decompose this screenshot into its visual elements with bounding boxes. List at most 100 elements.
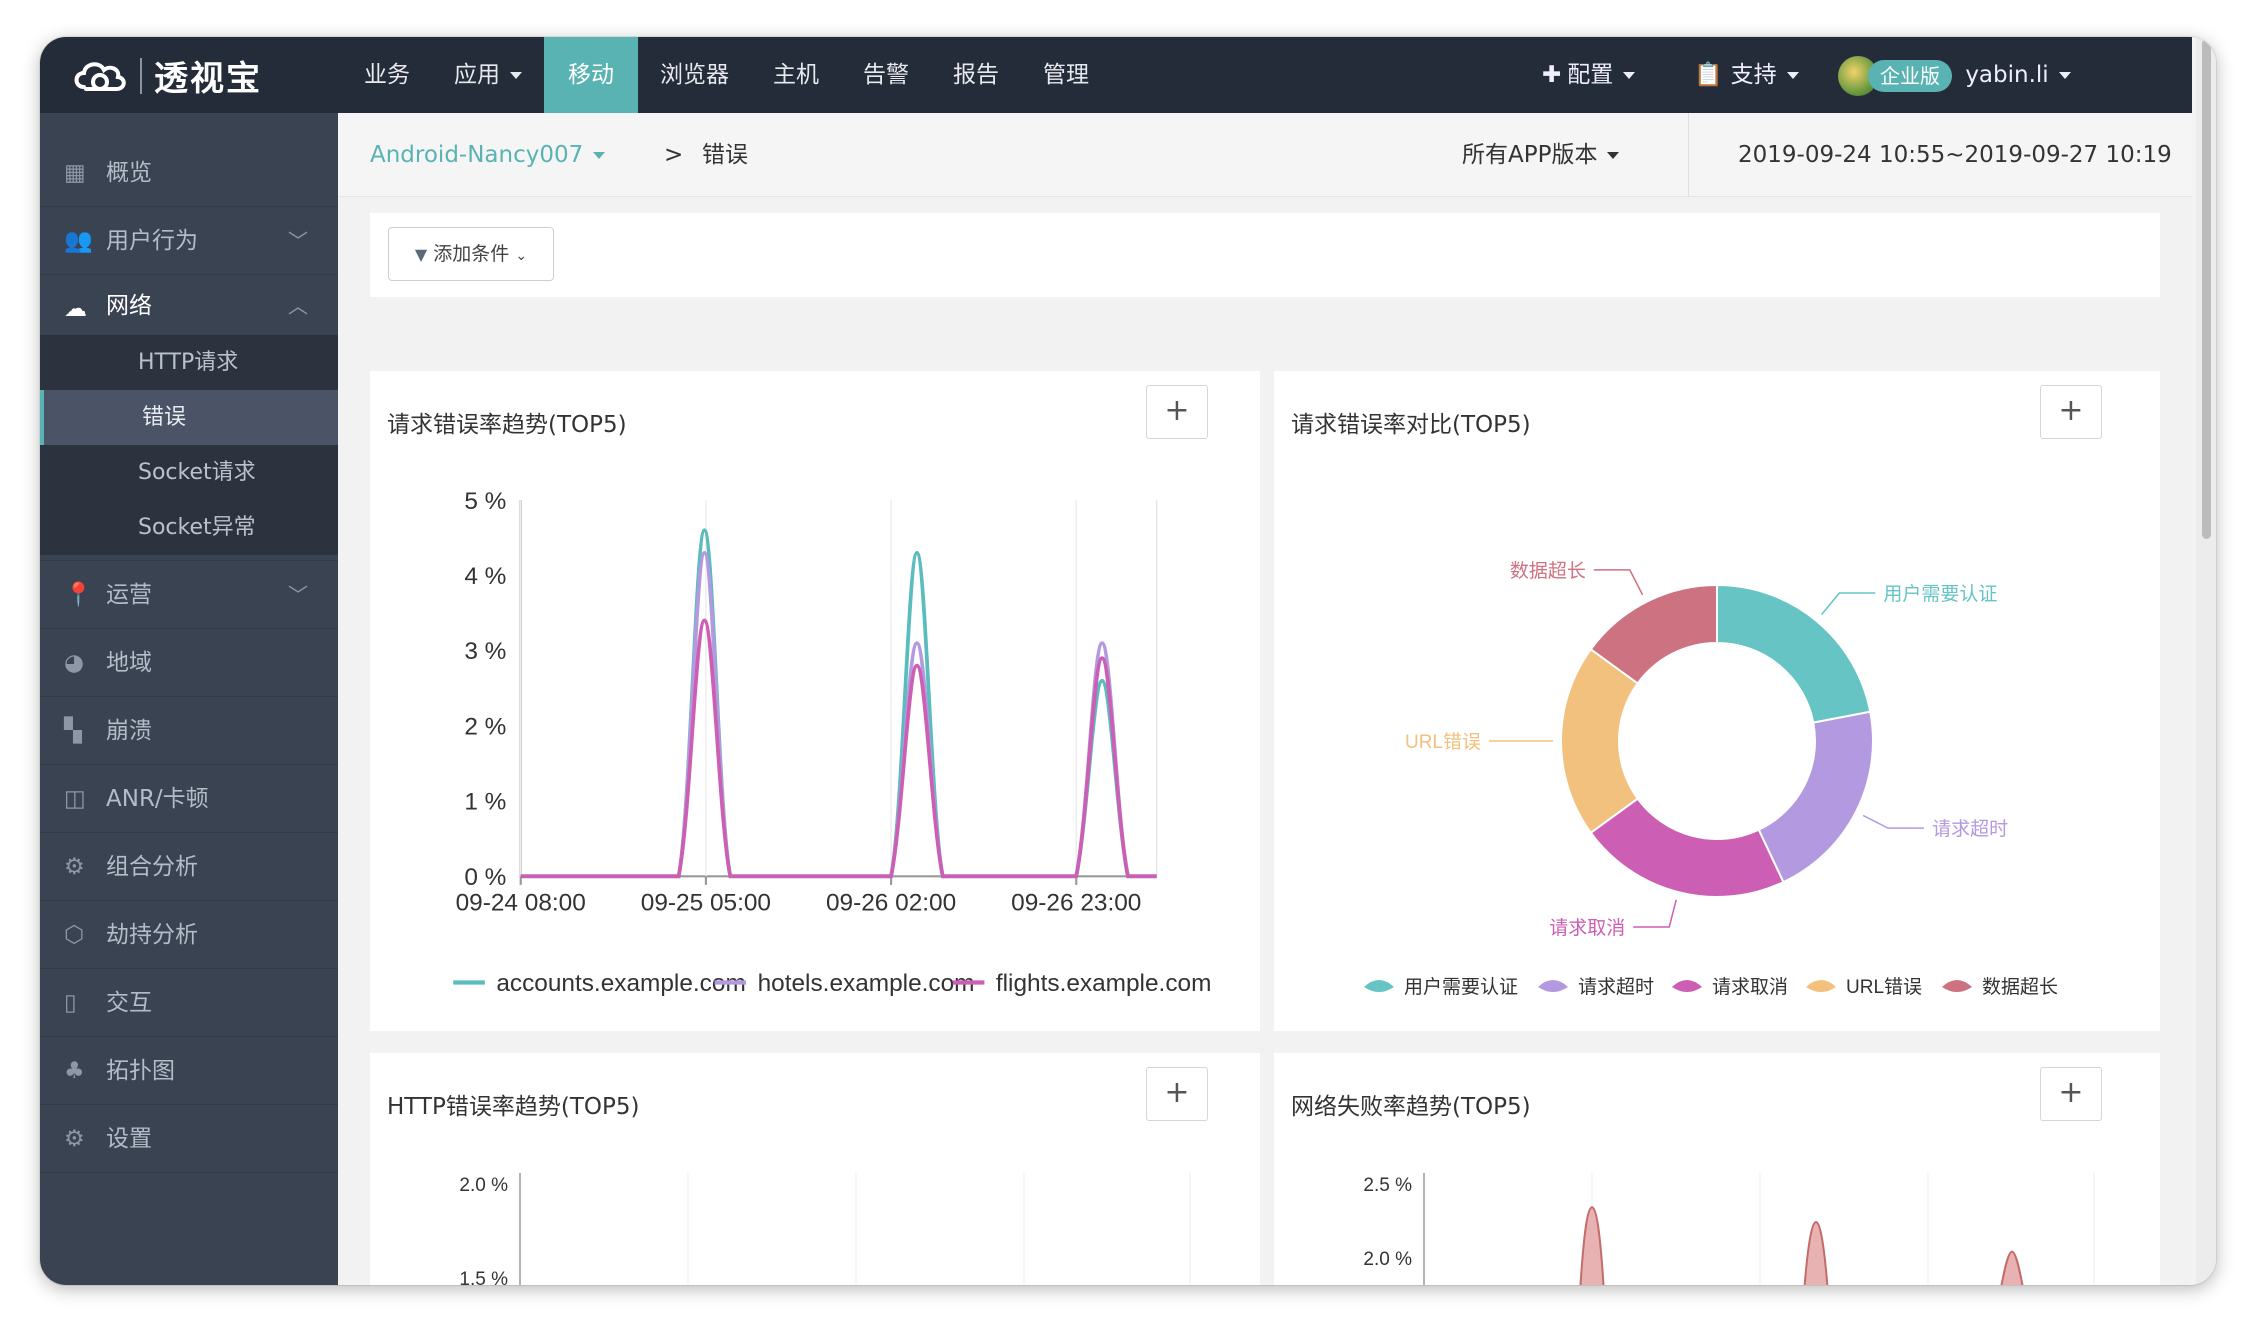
slice-label: 数据超长 bbox=[1510, 560, 1586, 582]
sidebar-item-label: 交互 bbox=[106, 990, 152, 1016]
cloud-icon: ☁ bbox=[64, 296, 87, 322]
sidebar-item-7[interactable]: ◫ ANR/卡顿 bbox=[40, 765, 338, 833]
sidebar-item-label: 用户行为 bbox=[106, 228, 198, 254]
sidebar-item-0[interactable]: ▦ 概览 bbox=[40, 139, 338, 207]
legend-label: URL错误 bbox=[1846, 976, 1922, 998]
sidebar-subitem-label: 错误 bbox=[142, 405, 187, 430]
add-condition-button[interactable]: ▼ 添加条件 ⌄ bbox=[388, 227, 554, 281]
filter-icon: ▼ bbox=[414, 245, 428, 264]
nav-item-2[interactable]: 移动 bbox=[544, 37, 638, 113]
brand-logo[interactable]: 透视宝 bbox=[70, 51, 262, 100]
nav-item-7[interactable]: 管理 bbox=[1021, 37, 1111, 113]
sidebar-item-label: 概览 bbox=[106, 160, 152, 186]
sidebar-subitem-3[interactable]: Socket异常 bbox=[40, 500, 338, 555]
breadcrumb-app-select[interactable]: Android-Nancy007 bbox=[370, 113, 606, 197]
sidebar-item-6[interactable]: ▚ 崩溃 bbox=[40, 697, 338, 765]
nav-item-label: 主机 bbox=[773, 62, 819, 88]
sidebar-subitem-label: Socket异常 bbox=[138, 515, 256, 540]
config-menu[interactable]: ✚ 配置 bbox=[1542, 37, 1636, 113]
vertical-scrollbar[interactable] bbox=[2196, 37, 2216, 1285]
sidebar-subitem-1[interactable]: 错误 bbox=[40, 390, 338, 445]
pie-slice bbox=[1716, 583, 1872, 724]
config-label: 配置 bbox=[1567, 62, 1614, 88]
grid-icon: ▦ bbox=[64, 160, 86, 186]
leader-line bbox=[1862, 814, 1925, 829]
sidebar-item-9[interactable]: ⬡ 劫持分析 bbox=[40, 901, 338, 969]
version-select[interactable]: 所有APP版本 bbox=[1462, 113, 1620, 197]
main-content: Android-Nancy007 > 错误 所有APP版本 2019-09-24… bbox=[338, 113, 2210, 1285]
series-line bbox=[520, 550, 1157, 879]
sidebar-item-11[interactable]: ♣ 拓扑图 bbox=[40, 1037, 338, 1105]
panel-network-failure-trend: 网络失败率趋势(TOP5) + 2.5 % 2.0 % bbox=[1274, 1053, 2160, 1285]
user-menu[interactable]: 企业版 yabin.li bbox=[1838, 37, 2071, 113]
panel-request-error-trend: 请求错误率趋势(TOP5) + 0 % 1 % 2 % 3 % 4 % 5 % 09-24 … bbox=[370, 371, 1260, 1031]
legend-label: flights.example.com bbox=[996, 970, 1212, 997]
sidebar-item-2[interactable]: ☁ 网络 ︿ bbox=[40, 275, 338, 337]
sidebar-item-label: 运营 bbox=[106, 582, 152, 608]
nav-item-1[interactable]: 应用 bbox=[432, 37, 544, 113]
pie-slice bbox=[1589, 797, 1785, 898]
legend-label: hotels.example.com bbox=[758, 970, 975, 997]
nav-item-6[interactable]: 报告 bbox=[931, 37, 1021, 113]
scrollbar-thumb[interactable] bbox=[2202, 39, 2211, 539]
username: yabin.li bbox=[1965, 62, 2049, 88]
chevron-down-icon: ⌄ bbox=[515, 248, 528, 264]
legend-label: 数据超长 bbox=[1982, 976, 2058, 998]
sidebar-item-4[interactable]: 📍 运营 ﹀ bbox=[40, 561, 338, 629]
sidebar-item-10[interactable]: ▯ 交互 bbox=[40, 969, 338, 1037]
y-tick-label: 4 % bbox=[464, 563, 506, 590]
add-condition-label: 添加条件 bbox=[433, 243, 510, 265]
sidebar-item-label: 地域 bbox=[106, 650, 152, 676]
legend-swatch bbox=[1672, 980, 1702, 992]
caret-down-icon bbox=[593, 152, 606, 159]
edition-badge: 企业版 bbox=[1868, 59, 1952, 92]
legend-swatch bbox=[1942, 980, 1972, 992]
sidebar-item-12[interactable]: ⚙ 设置 bbox=[40, 1105, 338, 1173]
anr-icon: ◫ bbox=[64, 786, 86, 812]
donut-chart: 用户需要认证请求超时请求取消URL错误数据超长用户需要认证 请求超时 请求取消 URL… bbox=[1364, 560, 2058, 998]
version-select-label: 所有APP版本 bbox=[1462, 142, 1598, 168]
nav-item-5[interactable]: 告警 bbox=[841, 37, 931, 113]
breadcrumb-app-label: Android-Nancy007 bbox=[370, 142, 584, 168]
time-range-picker[interactable]: 2019-09-24 10:55~2019-09-27 10:19 bbox=[1738, 113, 2210, 197]
caret-down-icon bbox=[510, 72, 522, 79]
series-peak bbox=[2000, 1250, 2024, 1285]
app-window: 透视宝 业务 应用 移动 浏览器 主机 告警 报告 管理 ✚ 配置 📋 支持 企业版 yabin.… bbox=[40, 37, 2216, 1285]
y-tick-label: 3 % bbox=[464, 638, 506, 665]
topology-icon: ♣ bbox=[64, 1058, 85, 1084]
sidebar-subitem-2[interactable]: Socket请求 bbox=[40, 445, 338, 500]
nav-item-4[interactable]: 主机 bbox=[751, 37, 841, 113]
legend-swatch bbox=[1364, 980, 1394, 992]
caret-down-icon bbox=[1623, 72, 1636, 79]
support-menu[interactable]: 📋 支持 bbox=[1694, 37, 1799, 113]
line-chart: 2.0 % 1.5 % bbox=[459, 1173, 1191, 1285]
sidebar-item-label: 拓扑图 bbox=[106, 1058, 175, 1084]
legend-swatch bbox=[1538, 980, 1568, 992]
panel-http-error-trend: HTTP错误率趋势(TOP5) + 2.0 % 1.5 % bbox=[370, 1053, 1260, 1285]
time-range-label: 2019-09-24 10:55~2019-09-27 10:19 bbox=[1738, 142, 2172, 168]
leader-line bbox=[1593, 569, 1644, 596]
sidebar-item-label: 组合分析 bbox=[106, 854, 198, 880]
area-chart: 2.5 % 2.0 % bbox=[1363, 1173, 2095, 1285]
sidebar-item-5[interactable]: ◕ 地域 bbox=[40, 629, 338, 697]
chevron-down-icon: ﹀ bbox=[288, 583, 308, 607]
nav-item-label: 告警 bbox=[863, 62, 909, 88]
filter-bar: ▼ 添加条件 ⌄ bbox=[370, 213, 2160, 297]
breadcrumb-separator: > bbox=[664, 142, 684, 168]
nav-item-0[interactable]: 业务 bbox=[342, 37, 432, 113]
series-line bbox=[520, 618, 1157, 879]
y-tick-label: 2.5 % bbox=[1363, 1175, 1412, 1196]
nav-item-3[interactable]: 浏览器 bbox=[638, 37, 751, 113]
nav-item-label: 应用 bbox=[454, 62, 500, 88]
nav-item-label: 浏览器 bbox=[660, 62, 729, 88]
sidebar-item-1[interactable]: 👥 用户行为 ﹀ bbox=[40, 207, 338, 275]
panel-request-error-compare: 请求错误率对比(TOP5) + 用户需要认证 请求超时 请求取消 URL错误 数据超长用… bbox=[1274, 371, 2160, 1031]
pie-slice bbox=[1560, 647, 1640, 835]
leader-line bbox=[1633, 899, 1677, 928]
sidebar-item-8[interactable]: ⚙ 组合分析 bbox=[40, 833, 338, 901]
sidebar-subitem-0[interactable]: HTTP请求 bbox=[40, 335, 338, 390]
gear-icon: ⚙ bbox=[64, 1126, 85, 1152]
plus-icon: ✚ bbox=[1542, 62, 1562, 88]
chevron-up-icon: ︿ bbox=[288, 294, 308, 318]
nav-item-label: 管理 bbox=[1043, 62, 1089, 88]
